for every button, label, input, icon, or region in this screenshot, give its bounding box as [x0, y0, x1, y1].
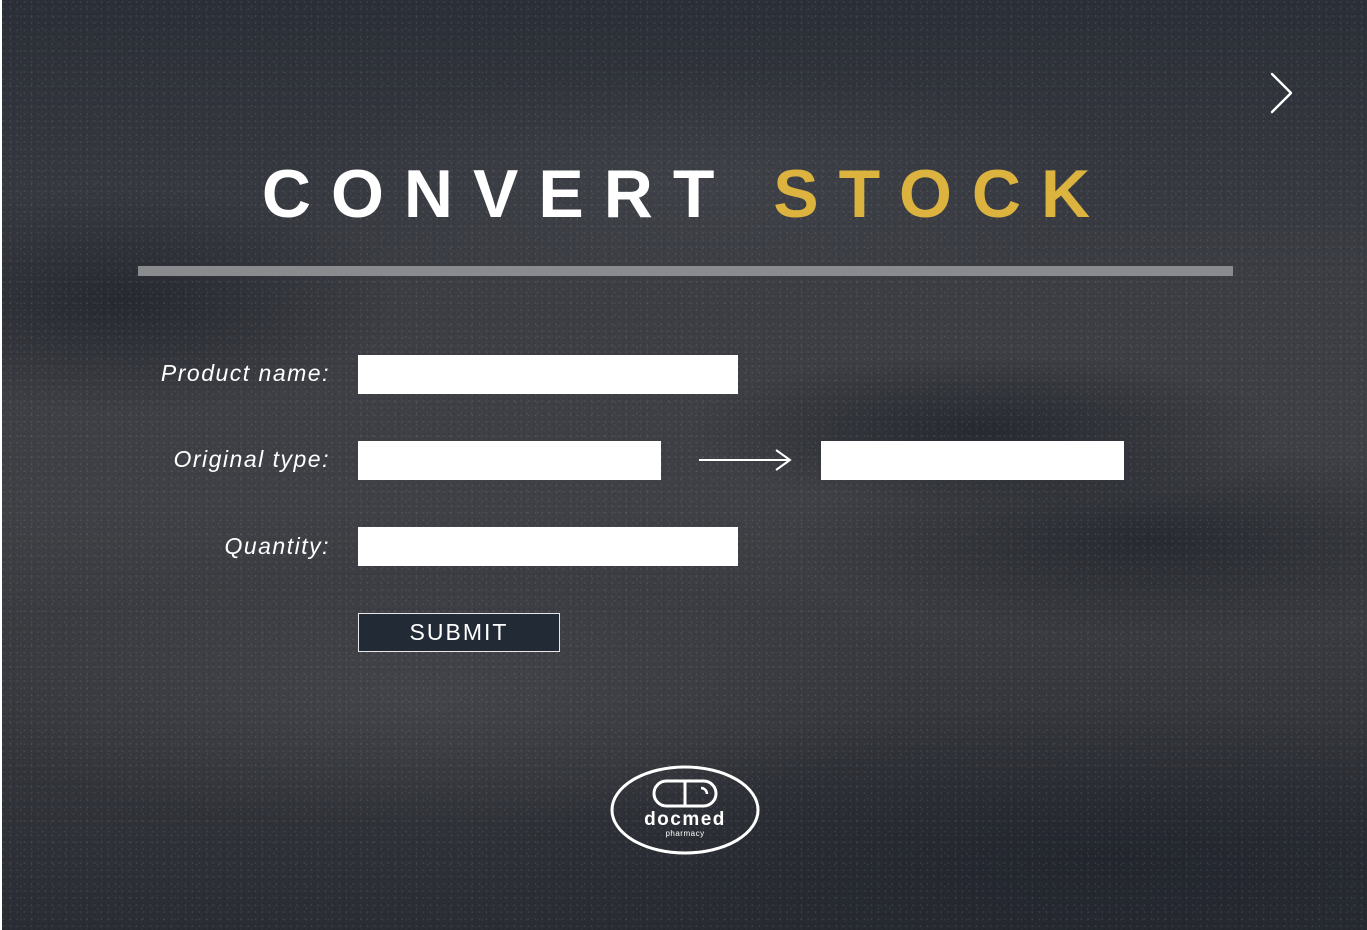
arrow-right-icon — [699, 449, 792, 471]
original-type-label: Original type: — [173, 446, 330, 472]
product-name-label: Product name: — [160, 360, 330, 386]
title-word-convert: CONVERT — [261, 156, 735, 232]
chevron-right-icon[interactable] — [1266, 70, 1296, 116]
page-title: CONVERT STOCK — [138, 152, 1234, 236]
original-type-input[interactable] — [358, 441, 661, 480]
quantity-label: Quantity: — [224, 533, 330, 559]
quantity-input[interactable] — [358, 527, 738, 566]
convert-stock-page: CONVERT STOCK Product name: Original typ… — [2, 0, 1367, 930]
title-divider — [138, 266, 1233, 276]
logo-subtitle: pharmacy — [665, 829, 705, 838]
product-name-input[interactable] — [358, 355, 738, 394]
logo-name: docmed — [644, 809, 726, 830]
target-type-input[interactable] — [821, 441, 1124, 480]
title-word-stock: STOCK — [773, 156, 1111, 232]
submit-button[interactable]: SUBMIT — [358, 613, 560, 652]
